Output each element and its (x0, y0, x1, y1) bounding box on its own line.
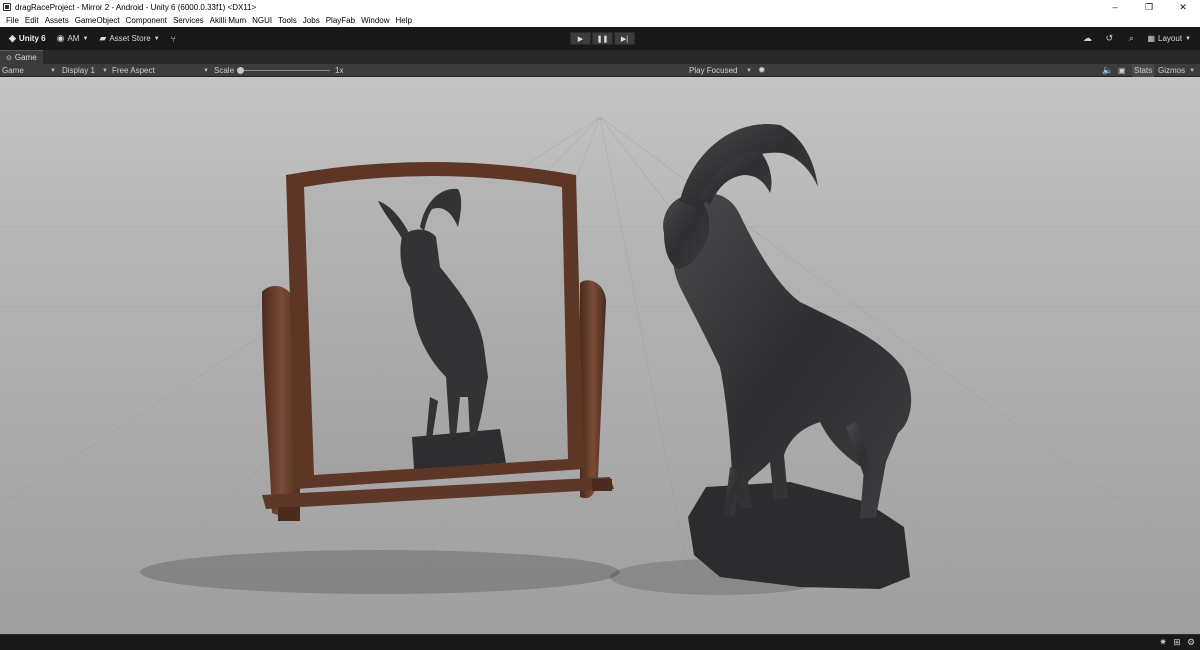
window-controls: – ❐ ✕ (1098, 0, 1200, 14)
aspect-dropdown[interactable]: Free Aspect ▼ (112, 64, 209, 77)
scale-slider-handle[interactable] (237, 67, 244, 74)
history-icon[interactable]: ↺ (1098, 33, 1120, 44)
gizmos-label: Gizmos (1158, 66, 1186, 75)
tab-game[interactable]: ⊙ Game (0, 50, 43, 64)
status-icons: ✷ ⊞ ⚙ (1158, 637, 1196, 648)
step-button[interactable]: ▶| (614, 32, 635, 45)
scale-slider[interactable] (240, 70, 330, 71)
menu-jobs[interactable]: Jobs (300, 16, 323, 25)
menu-tools[interactable]: Tools (275, 16, 300, 25)
search-icon[interactable]: ⌕ (1120, 33, 1142, 44)
restore-button[interactable]: ❐ (1132, 0, 1166, 14)
game-tab-row: ⊙ Game (0, 50, 1200, 64)
game-view-viewport[interactable] (0, 77, 1200, 634)
settings-icon[interactable]: ⚙ (1186, 637, 1196, 648)
cloud-icon[interactable]: ☁ (1076, 33, 1098, 44)
account-icon: ◉ (56, 33, 65, 43)
asset-store-icon: ▰ (99, 33, 107, 43)
pause-button[interactable]: ❚❚ (592, 32, 613, 45)
chevron-down-icon: ▼ (1185, 35, 1191, 42)
menu-assets[interactable]: Assets (42, 16, 72, 25)
menu-component[interactable]: Component (123, 16, 170, 25)
chevron-down-icon: ▼ (746, 67, 752, 74)
menu-bar: File Edit Assets GameObject Component Se… (0, 14, 1200, 27)
menu-file[interactable]: File (3, 16, 22, 25)
chevron-down-icon: ▼ (203, 67, 209, 74)
main-toolbar: ◈ Unity 6 ◉ AM ▼ ▰ Asset Store ▼ ⑂ ▶ ❚❚ … (0, 27, 1200, 50)
branch-icon: ⑂ (170, 33, 177, 44)
layout-label: Layout (1158, 34, 1183, 43)
unity-app-icon (3, 3, 11, 11)
account-dropdown[interactable]: ◉ AM ▼ (53, 31, 93, 46)
layout-icon: ▦ (1147, 34, 1156, 43)
network-icon[interactable]: ⊞ (1172, 637, 1182, 648)
tab-game-label: Game (14, 53, 37, 62)
window-title: dragRaceProject - Mirror 2 - Android - U… (15, 2, 257, 12)
scale-value: 1x (335, 66, 344, 75)
menu-window[interactable]: Window (358, 16, 392, 25)
image-toggle-icon[interactable]: ▣ (1118, 64, 1126, 77)
menu-akilli-mum[interactable]: Akilli Mum (207, 16, 249, 25)
menu-playfab[interactable]: PlayFab (323, 16, 358, 25)
unity-label: Unity 6 (18, 34, 46, 43)
scale-label: Scale (214, 66, 235, 75)
asset-store-dropdown[interactable]: ▰ Asset Store ▼ (95, 31, 163, 46)
play-button[interactable]: ▶ (570, 32, 591, 45)
game-view-toolbar: Game ▼ Display 1 ▼ Free Aspect ▼ Scale 1… (0, 64, 1200, 77)
menu-gameobject[interactable]: GameObject (72, 16, 123, 25)
title-bar: dragRaceProject - Mirror 2 - Android - U… (0, 0, 1200, 14)
chevron-down-icon: ▼ (153, 35, 160, 42)
chevron-down-icon: ▼ (102, 67, 108, 74)
unity-button[interactable]: ◈ Unity 6 (5, 31, 50, 46)
menu-edit[interactable]: Edit (22, 16, 42, 25)
layout-dropdown[interactable]: ▦ Layout ▼ (1142, 34, 1196, 43)
play-mode-dropdown[interactable]: Play Focused ▼ (689, 64, 752, 77)
account-label: AM (67, 34, 80, 43)
play-controls: ▶ ❚❚ ▶| (570, 32, 635, 45)
chevron-down-icon: ▼ (50, 67, 56, 74)
status-bar: ✷ ⊞ ⚙ (0, 634, 1200, 650)
game-mode-dropdown[interactable]: Game ▼ (2, 64, 56, 77)
menu-services[interactable]: Services (170, 16, 207, 25)
display-dropdown[interactable]: Display 1 ▼ (62, 64, 108, 77)
play-mode-label: Play Focused (689, 66, 738, 75)
gizmos-dropdown[interactable]: Gizmos ▼ (1158, 64, 1195, 77)
chevron-down-icon: ▼ (1189, 67, 1196, 74)
speaker-icon[interactable]: 🔈 (1102, 64, 1113, 77)
mirror-shadow (140, 550, 620, 594)
bug-icon[interactable]: ✹ (758, 64, 766, 77)
display-label: Display 1 (62, 66, 95, 75)
close-button[interactable]: ✕ (1166, 0, 1200, 14)
scene-render (0, 77, 1200, 634)
version-control-button[interactable]: ⑂ (167, 31, 183, 46)
gamepad-icon: ⊙ (6, 54, 12, 62)
asset-store-label: Asset Store (109, 34, 151, 43)
minimize-button[interactable]: – (1098, 0, 1132, 14)
chevron-down-icon: ▼ (82, 35, 89, 42)
menu-help[interactable]: Help (393, 16, 415, 25)
menu-ngui[interactable]: NGUI (249, 16, 275, 25)
stats-button[interactable]: Stats (1132, 64, 1155, 77)
game-mode-label: Game (2, 66, 24, 75)
aspect-label: Free Aspect (112, 66, 155, 75)
lightbulb-icon[interactable]: ✷ (1158, 637, 1168, 648)
unity-logo-icon: ◈ (9, 33, 16, 43)
mirror-object (262, 162, 614, 521)
